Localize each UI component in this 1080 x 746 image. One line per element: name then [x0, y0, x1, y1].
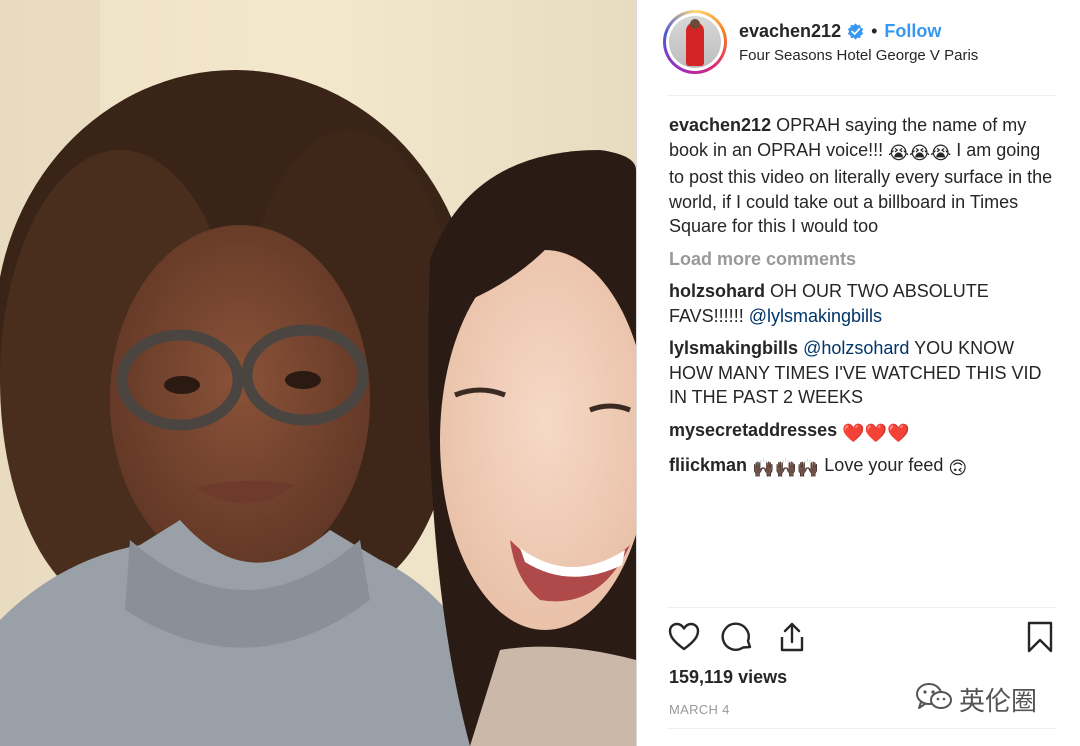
- share-icon[interactable]: [775, 620, 809, 654]
- post-username[interactable]: evachen212: [739, 21, 841, 42]
- comment-text: Love your feed: [819, 455, 949, 475]
- username-row: evachen212 • Follow: [739, 21, 941, 42]
- comment-username[interactable]: mysecretaddresses: [669, 420, 837, 440]
- post-date[interactable]: MARCH 4: [669, 702, 730, 717]
- comment-item: holzsohard OH OUR TWO ABSOLUTE FAVS!!!!!…: [669, 279, 1055, 328]
- header-divider: [667, 95, 1055, 96]
- comment-mention-link[interactable]: @holzsohard: [803, 338, 909, 358]
- comment-item: fliickman 🙌🏿🙌🏿🙌🏿 Love your feed 🙃: [669, 453, 1055, 481]
- comment-icon[interactable]: [721, 620, 755, 654]
- avatar[interactable]: [663, 10, 727, 74]
- bookmark-icon[interactable]: [1023, 620, 1057, 654]
- heart-icon[interactable]: [667, 620, 701, 654]
- follow-button[interactable]: Follow: [884, 21, 941, 42]
- red-heart-emoji-icon: ❤️❤️❤️: [842, 422, 910, 443]
- comment-username[interactable]: holzsohard: [669, 281, 765, 301]
- verified-badge-icon: [847, 23, 864, 40]
- post-header: evachen212 • Follow Four Seasons Hotel G…: [637, 0, 1080, 96]
- watermark-text: 英伦圈: [959, 687, 1038, 717]
- upside-down-face-emoji-icon: 🙃: [948, 458, 968, 478]
- load-more-comments-button[interactable]: Load more comments: [669, 247, 1055, 272]
- watermark: 英伦圈: [915, 681, 1037, 718]
- bottom-divider: [667, 728, 1055, 729]
- avatar-photo: [669, 16, 721, 68]
- wechat-icon: [915, 682, 953, 717]
- comment-item: mysecretaddresses ❤️❤️❤️: [669, 418, 1055, 446]
- comment-username[interactable]: lylsmakingbills: [669, 338, 798, 358]
- action-bar: [667, 620, 1055, 656]
- raised-hands-emoji-icon: 🙌🏿🙌🏿🙌🏿: [752, 458, 820, 478]
- post-side-panel: evachen212 • Follow Four Seasons Hotel G…: [637, 0, 1080, 746]
- caption: evachen212 OPRAH saying the name of my b…: [669, 113, 1055, 239]
- actions-divider: [667, 607, 1055, 608]
- comment-item: lylsmakingbills @holzsohard YOU KNOW HOW…: [669, 336, 1055, 410]
- separator-dot: •: [871, 21, 878, 41]
- post-location[interactable]: Four Seasons Hotel George V Paris: [739, 47, 978, 64]
- crying-face-emoji-icon: 😭😭😭: [888, 142, 952, 163]
- comments-list: evachen212 OPRAH saying the name of my b…: [669, 113, 1055, 489]
- video-frame-illustration: [0, 0, 636, 746]
- comment-username[interactable]: fliickman: [669, 455, 747, 475]
- comment-mention-link[interactable]: @lylsmakingbills: [749, 306, 882, 326]
- views-count[interactable]: 159,119 views: [669, 667, 787, 688]
- post-video[interactable]: [0, 0, 636, 746]
- caption-username[interactable]: evachen212: [669, 115, 771, 135]
